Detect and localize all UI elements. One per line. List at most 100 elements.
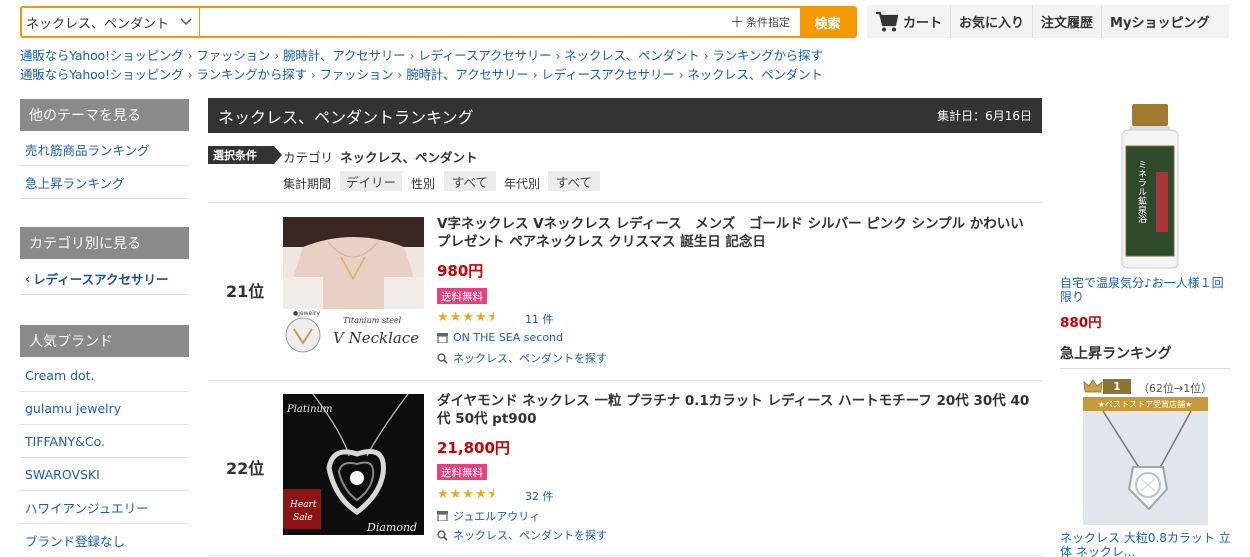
star-icon: ★★★★ bbox=[437, 310, 488, 325]
breadcrumb-link[interactable]: レディースアクセサリー bbox=[541, 67, 674, 82]
image-text: Sale bbox=[293, 513, 313, 523]
product-title-link[interactable]: ダイヤモンド ネックレス 一粒 プラチナ 0.1カラット レディース ハートモチ… bbox=[437, 392, 1037, 428]
ad-title-link[interactable]: 自宅で温泉気分♪お一人様１回限り bbox=[1060, 276, 1235, 304]
review-count-link[interactable]: 11 件 bbox=[525, 311, 554, 327]
sidebar-item-brand[interactable]: ハワイアンジュエリー bbox=[20, 491, 189, 524]
age-filter-label: 年代別 bbox=[504, 177, 541, 191]
star-rating: ★★★★⯨ bbox=[437, 485, 496, 507]
surge-rank-badge: 1 bbox=[1103, 379, 1131, 394]
divider bbox=[208, 555, 1042, 556]
sidebar-item-brand[interactable]: gulamu jewelry bbox=[20, 392, 189, 425]
breadcrumb-link[interactable]: ファッション bbox=[320, 67, 394, 82]
breadcrumb-link[interactable]: ランキングから探す bbox=[196, 67, 307, 82]
image-text: Titanium steel bbox=[343, 316, 402, 325]
surge-product-image[interactable]: ★ベストストア受賞店舗★ bbox=[1083, 397, 1208, 525]
find-similar-link[interactable]: ネックレス、ペンダントを探す bbox=[437, 527, 607, 543]
image-text: Diamond bbox=[366, 521, 417, 534]
conditions-button[interactable]: ＋ 条件指定 bbox=[730, 8, 800, 36]
category-back-label: レディースアクセサリー bbox=[33, 271, 169, 287]
sidebar-item-brand[interactable]: Cream dot. bbox=[20, 359, 189, 392]
breadcrumb-link[interactable]: ファッション bbox=[196, 48, 270, 63]
ranking-header: ネックレス、ペンダントランキング 集計日：6月16日 bbox=[208, 98, 1042, 133]
ranking-date: 集計日：6月16日 bbox=[937, 109, 1032, 123]
cart-label: カート bbox=[903, 16, 943, 31]
sidebar-item-surge[interactable]: 急上昇ランキング bbox=[20, 166, 189, 199]
product-image[interactable]: Platinum Heart Sale Diamond bbox=[283, 394, 424, 535]
breadcrumb-link[interactable]: ランキングから探す bbox=[712, 48, 823, 63]
crown-icon bbox=[1083, 379, 1103, 393]
breadcrumb: 通販ならYahoo!ショッピング › ランキングから探す › ファッション › 腕時計、アク… bbox=[20, 67, 823, 82]
breadcrumb-link[interactable]: 腕時計、アクセサリー bbox=[283, 48, 406, 63]
sidebar-item-category-back[interactable]: ‹ レディースアクセサリー bbox=[20, 262, 189, 295]
search-icon bbox=[437, 352, 448, 364]
store-name: ON THE SEA second bbox=[453, 331, 564, 344]
period-filter-button[interactable]: デイリー bbox=[340, 171, 402, 191]
breadcrumb-link[interactable]: ネックレス、ペンダント bbox=[564, 48, 700, 63]
ad-label-text: ミネラル鉱泉浴 bbox=[1136, 160, 1147, 224]
breadcrumb-link[interactable]: ネックレス、ペンダント bbox=[687, 67, 823, 82]
chevron-down-icon bbox=[180, 18, 192, 25]
gender-filter-button[interactable]: すべて bbox=[444, 171, 496, 191]
sidebar-item-brand[interactable]: TIFFANY&Co. bbox=[20, 425, 189, 458]
surge-product-title-link[interactable]: ネックレス 大粒0.8カラット 立体 ネックレ... bbox=[1060, 531, 1235, 557]
breadcrumb-link[interactable]: 腕時計、アクセサリー bbox=[406, 67, 529, 82]
divider bbox=[208, 380, 1042, 381]
brands-header: 人気ブランド bbox=[20, 325, 189, 357]
review-count-link[interactable]: 32 件 bbox=[525, 488, 554, 504]
product-title-link[interactable]: V字ネックレス Vネックレス レディース メンズ ゴールド シルバー ピンク シ… bbox=[437, 215, 1037, 251]
store-link[interactable]: ジュエルアウリィ bbox=[437, 508, 540, 524]
breadcrumb-link[interactable]: 通販ならYahoo!ショッピング bbox=[20, 48, 184, 63]
image-text: V Necklace bbox=[333, 329, 419, 347]
half-star-icon: ⯨ bbox=[487, 310, 496, 325]
surge-product-graphic: ★ベストストア受賞店舗★ bbox=[1083, 397, 1208, 525]
product-image[interactable]: ●jewelry Titanium steel V Necklace bbox=[283, 217, 424, 358]
search-bar: ネックレス、ペンダント ＋ 条件指定 検索 bbox=[20, 6, 857, 38]
age-filter-button[interactable]: すべて bbox=[548, 171, 600, 191]
page-title: ネックレス、ペンダントランキング bbox=[218, 107, 474, 127]
ad-image[interactable]: ミネラル鉱泉浴 bbox=[1100, 102, 1200, 272]
header-nav: カート お気に入り 注文履歴 Myショッピング bbox=[867, 5, 1229, 38]
store-link[interactable]: ON THE SEA second bbox=[437, 331, 563, 344]
star-icon: ★★★★ bbox=[437, 487, 488, 502]
category-select[interactable]: ネックレス、ペンダント bbox=[22, 8, 200, 36]
half-star-icon: ⯨ bbox=[487, 487, 496, 502]
store-icon bbox=[437, 332, 448, 343]
my-shopping-link[interactable]: Myショッピング bbox=[1102, 5, 1217, 38]
product-image-graphic: ●jewelry Titanium steel V Necklace bbox=[283, 217, 424, 358]
sidebar-item-brand[interactable]: ブランド登録なし bbox=[20, 524, 189, 557]
free-shipping-badge: 送料無料 bbox=[437, 464, 487, 480]
category-header: カテゴリ別に見る bbox=[20, 227, 189, 259]
search-icon bbox=[437, 529, 448, 541]
store-icon bbox=[437, 511, 448, 521]
star-rating: ★★★★⯨ bbox=[437, 308, 496, 330]
product-image-graphic: Platinum Heart Sale Diamond bbox=[283, 394, 424, 535]
search-button[interactable]: 検索 bbox=[800, 8, 855, 36]
cart-icon bbox=[876, 11, 899, 31]
product-price: 21,800円 bbox=[437, 439, 510, 457]
sidebar-item-brand[interactable]: SWAROVSKI bbox=[20, 458, 189, 491]
cart-link[interactable]: カート bbox=[867, 5, 952, 38]
orders-link[interactable]: 注文履歴 bbox=[1033, 5, 1103, 38]
ad-product-graphic: ミネラル鉱泉浴 bbox=[1121, 104, 1179, 269]
sidebar-item-bestsellers[interactable]: 売れ筋商品ランキング bbox=[20, 133, 189, 166]
product-rank: 22位 bbox=[226, 459, 265, 478]
store-award-banner: ★ベストストア受賞店舗★ bbox=[1098, 399, 1193, 409]
rank-change: （62位→1位） bbox=[1138, 382, 1213, 395]
favorites-link[interactable]: お気に入り bbox=[951, 5, 1034, 38]
divider bbox=[1060, 368, 1230, 369]
divider bbox=[208, 202, 1042, 203]
product-rank: 21位 bbox=[226, 282, 265, 301]
chevron-left-icon: ‹ bbox=[25, 270, 31, 286]
find-similar-link[interactable]: ネックレス、ペンダントを探す bbox=[437, 350, 607, 366]
breadcrumb-link[interactable]: 通販ならYahoo!ショッピング bbox=[20, 67, 184, 82]
breadcrumb: 通販ならYahoo!ショッピング › ファッション › 腕時計、アクセサリー › レディース… bbox=[20, 48, 823, 63]
condition-badge: 選択条件 bbox=[208, 146, 282, 164]
period-filter-label: 集計期間 bbox=[283, 177, 332, 191]
surge-ranking-title: 急上昇ランキング bbox=[1060, 346, 1172, 362]
gender-filter-label: 性別 bbox=[411, 177, 436, 191]
image-text: Heart bbox=[289, 500, 317, 510]
conditions-label: 条件指定 bbox=[746, 16, 790, 29]
search-input[interactable] bbox=[200, 8, 730, 36]
ad-price: 880円 bbox=[1060, 315, 1102, 331]
breadcrumb-link[interactable]: レディースアクセサリー bbox=[418, 48, 551, 63]
